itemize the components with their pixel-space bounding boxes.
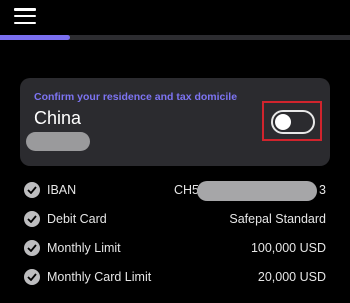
redacted-text [26,132,90,151]
check-circle-icon [24,269,40,285]
residence-confirm-toggle[interactable] [271,110,315,134]
progress-bar-fill [0,35,70,40]
detail-row-monthly-card-limit: Monthly Card Limit 20,000 USD [24,268,326,288]
iban-value-suffix: 3 [319,183,326,197]
iban-label: IBAN [47,183,77,197]
monthly-card-limit-label: Monthly Card Limit [47,270,152,284]
check-circle-icon [24,240,40,256]
debit-card-label: Debit Card [47,212,107,226]
check-circle-icon [24,182,40,198]
detail-row-iban: IBAN CH5 3 [24,181,326,201]
monthly-limit-label: Monthly Limit [47,241,121,255]
residence-card: Confirm your residence and tax domicile … [20,78,330,166]
toggle-highlight-box [262,101,322,141]
debit-card-value: Safepal Standard [229,212,326,226]
screen: Confirm your residence and tax domicile … [0,0,350,303]
hamburger-menu-icon[interactable] [14,8,36,24]
detail-row-debit-card: Debit Card Safepal Standard [24,210,326,230]
iban-redacted [197,181,317,201]
monthly-card-limit-value: 20,000 USD [257,270,326,284]
toggle-knob [275,114,291,130]
progress-bar [0,35,350,40]
residence-card-title: Confirm your residence and tax domicile [34,91,238,103]
residence-country: China [34,108,82,128]
monthly-limit-value: 100,000 USD [250,241,326,255]
iban-value-prefix: CH5 [174,183,200,197]
check-circle-icon [24,211,40,227]
detail-row-monthly-limit: Monthly Limit 100,000 USD [24,239,326,259]
